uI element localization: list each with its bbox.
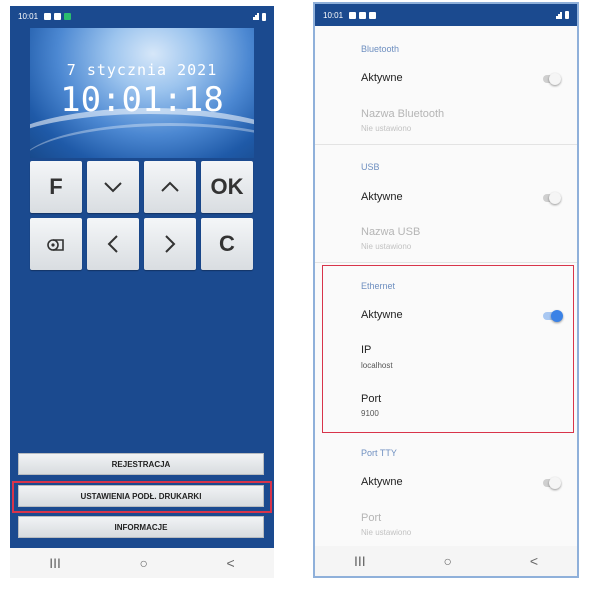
signal-icon xyxy=(556,11,562,19)
app-icon xyxy=(369,11,377,19)
navigation-bar: III ○ < xyxy=(10,548,274,578)
bluetooth-name-value: Nie ustawiono xyxy=(361,124,412,133)
usb-active-label: Aktywne xyxy=(361,191,403,203)
status-bar: 10:01 xyxy=(315,4,577,26)
highlight-box xyxy=(322,265,574,433)
tty-section-title: Port TTY xyxy=(361,448,397,458)
battery-icon xyxy=(565,11,569,19)
bluetooth-active-label: Aktywne xyxy=(361,72,403,84)
back-button[interactable]: < xyxy=(530,553,538,569)
tty-active-label: Aktywne xyxy=(361,476,403,488)
usb-name-label[interactable]: Nazwa USB xyxy=(361,226,420,238)
back-button[interactable]: < xyxy=(227,555,235,571)
status-time: 10:01 xyxy=(323,10,344,20)
information-button[interactable]: INFORMACJE xyxy=(18,516,264,538)
registration-button[interactable]: REJESTRACJA xyxy=(18,453,264,475)
tty-active-toggle[interactable] xyxy=(543,477,561,489)
notification-icon xyxy=(44,13,52,20)
right-key[interactable] xyxy=(144,218,196,270)
down-key[interactable] xyxy=(87,161,139,213)
chevron-left-icon xyxy=(107,235,118,253)
navigation-bar: III ○ < xyxy=(315,546,577,576)
chevron-up-icon xyxy=(161,181,179,192)
home-button[interactable]: ○ xyxy=(139,555,147,571)
tty-port-label[interactable]: Port xyxy=(361,512,381,524)
printer-settings-screen: 10:01 Bluetooth Aktywne Nazwa Bluetooth … xyxy=(313,2,579,578)
recent-apps-button[interactable]: III xyxy=(49,555,61,571)
usb-active-toggle[interactable] xyxy=(543,192,561,204)
chevron-down-icon xyxy=(104,182,122,193)
usb-name-value: Nie ustawiono xyxy=(361,242,412,251)
gallery-icon xyxy=(54,13,62,20)
bluetooth-name-label[interactable]: Nazwa Bluetooth xyxy=(361,108,444,120)
status-time: 10:01 xyxy=(18,12,39,21)
clock-time: 10:01:18 xyxy=(60,80,224,120)
clock-date: 7 stycznia 2021 xyxy=(66,61,218,79)
paper-roll-icon xyxy=(47,239,64,251)
recent-apps-button[interactable]: III xyxy=(354,553,366,569)
signal-icon xyxy=(253,13,259,20)
status-indicators xyxy=(556,11,569,19)
c-key[interactable]: C xyxy=(201,218,253,270)
status-bar: 10:01 xyxy=(10,6,274,27)
divider xyxy=(315,144,577,145)
notification-icon xyxy=(359,11,367,19)
f-key[interactable]: F xyxy=(30,161,82,213)
up-key[interactable] xyxy=(144,161,196,213)
bluetooth-active-toggle[interactable] xyxy=(543,73,561,85)
chevron-right-icon xyxy=(165,235,176,253)
battery-icon xyxy=(262,12,266,21)
app-icon xyxy=(64,13,72,20)
ok-key[interactable]: OK xyxy=(201,161,253,213)
image-icon xyxy=(349,11,357,19)
highlight-box xyxy=(12,481,272,513)
usb-section-title: USB xyxy=(361,162,380,172)
tty-port-value: Nie ustawiono xyxy=(361,528,412,537)
paper-feed-key[interactable] xyxy=(30,218,82,270)
clock-display: 7 stycznia 2021 10:01:18 xyxy=(30,28,254,158)
printer-emulator-screen: 10:01 7 stycznia 2021 10:01:18 F OK C RE… xyxy=(10,6,274,578)
bluetooth-section-title: Bluetooth xyxy=(361,44,400,54)
home-button[interactable]: ○ xyxy=(444,553,452,569)
divider xyxy=(315,262,577,263)
status-indicators xyxy=(253,12,266,21)
left-key[interactable] xyxy=(87,218,139,270)
